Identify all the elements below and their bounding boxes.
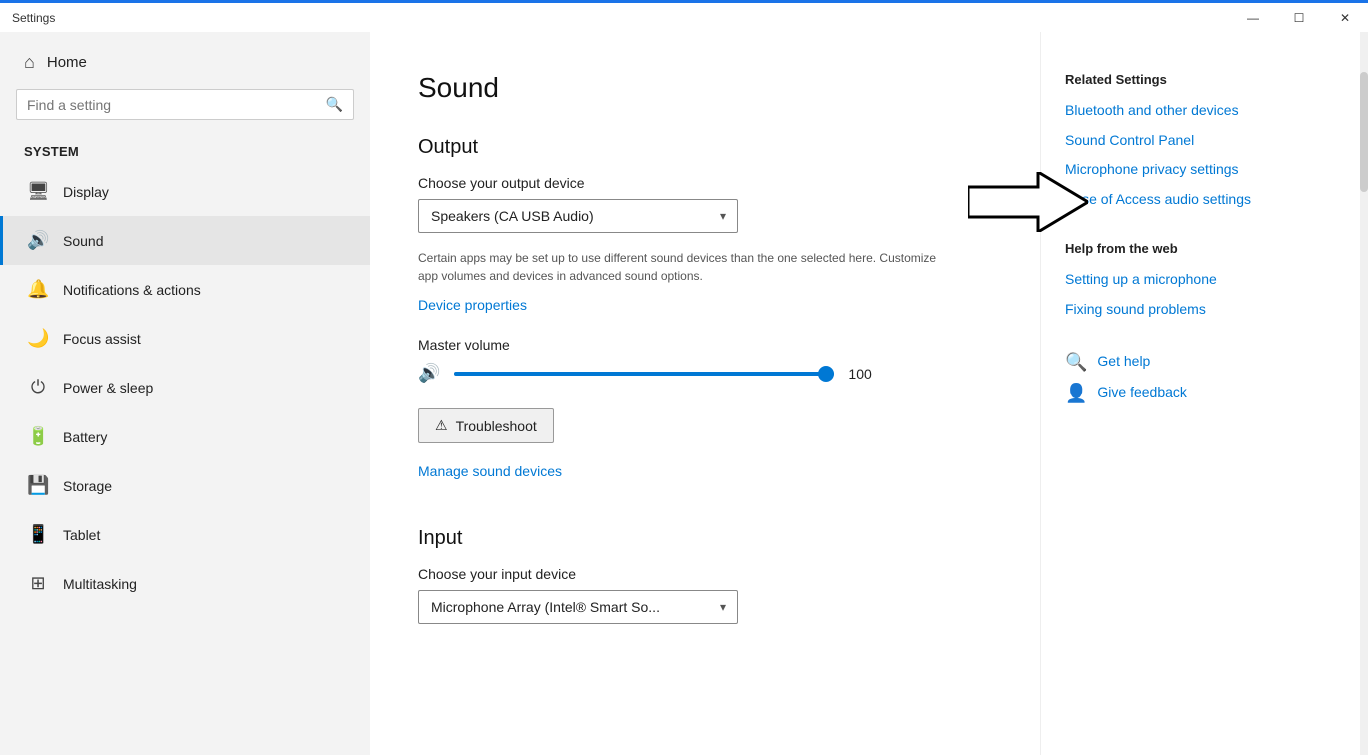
volume-section: Master volume 🔊 100: [418, 337, 1000, 384]
sidebar-item-storage[interactable]: 💾 Storage: [0, 461, 370, 510]
setup-mic-link[interactable]: Setting up a microphone: [1065, 270, 1336, 290]
volume-label: Master volume: [418, 337, 1000, 353]
search-box: 🔍: [16, 89, 354, 120]
sidebar-item-notifications-label: Notifications & actions: [63, 282, 201, 298]
search-icon: 🔍: [326, 96, 343, 113]
microphone-privacy-link[interactable]: Microphone privacy settings: [1065, 160, 1336, 180]
multitasking-icon: ⊞: [27, 573, 49, 594]
sidebar-item-tablet[interactable]: 📱 Tablet: [0, 510, 370, 559]
bluetooth-link[interactable]: Bluetooth and other devices: [1065, 101, 1336, 121]
troubleshoot-icon: ⚠: [435, 417, 448, 434]
slider-track: [454, 372, 834, 376]
input-device-select-wrapper: Microphone Array (Intel® Smart So... ▾: [418, 590, 738, 624]
help-section: Help from the web Setting up a microphon…: [1065, 241, 1336, 319]
scrollbar-track: [1360, 32, 1368, 755]
sidebar-item-display[interactable]: 🖥 Display: [0, 167, 370, 216]
troubleshoot-label: Troubleshoot: [456, 418, 537, 434]
maximize-button[interactable]: ☐: [1276, 2, 1322, 34]
sidebar-item-notifications[interactable]: 🔔 Notifications & actions: [0, 265, 370, 314]
content-right-wrapper: Sound Output Choose your output device S…: [370, 32, 1368, 755]
output-device-select-wrapper: Speakers (CA USB Audio) ▾: [418, 199, 738, 233]
troubleshoot-button[interactable]: ⚠ Troubleshoot: [418, 408, 554, 443]
main-content: Sound Output Choose your output device S…: [370, 32, 1040, 755]
input-section-title: Input: [418, 527, 1000, 550]
sidebar-item-tablet-label: Tablet: [63, 527, 100, 543]
settings-title: Settings: [12, 11, 55, 25]
sidebar: ⌂ Home 🔍 System 🖥 Display 🔊 Sound 🔔 Noti…: [0, 32, 370, 755]
sidebar-item-sound-label: Sound: [63, 233, 103, 249]
minimize-button[interactable]: —: [1230, 2, 1276, 34]
sidebar-home-label: Home: [47, 54, 87, 71]
volume-value: 100: [848, 366, 884, 382]
output-device-label: Choose your output device: [418, 175, 1000, 191]
sidebar-item-focus[interactable]: 🌙 Focus assist: [0, 314, 370, 363]
title-bar: Settings — ☐ ✕: [0, 0, 1368, 32]
sidebar-item-battery[interactable]: 🔋 Battery: [0, 412, 370, 461]
sidebar-item-display-label: Display: [63, 184, 109, 200]
display-icon: 🖥: [27, 181, 49, 202]
related-settings-title: Related Settings: [1065, 72, 1336, 87]
sidebar-item-storage-label: Storage: [63, 478, 112, 494]
tablet-icon: 📱: [27, 524, 49, 545]
storage-icon: 💾: [27, 475, 49, 496]
sidebar-item-sound[interactable]: 🔊 Sound: [0, 216, 370, 265]
sound-control-panel-link[interactable]: Sound Control Panel: [1065, 131, 1336, 151]
sidebar-item-battery-label: Battery: [63, 429, 107, 445]
home-icon: ⌂: [24, 52, 35, 73]
get-help-icon: 🔍: [1065, 352, 1087, 373]
power-icon: ⏻: [27, 377, 49, 398]
output-description: Certain apps may be set up to use differ…: [418, 249, 938, 285]
sidebar-item-power-label: Power & sleep: [63, 380, 153, 396]
sidebar-home-button[interactable]: ⌂ Home: [0, 32, 370, 89]
title-bar-controls: — ☐ ✕: [1230, 2, 1368, 34]
sidebar-item-multitasking-label: Multitasking: [63, 576, 137, 592]
help-web-title: Help from the web: [1065, 241, 1336, 256]
search-input[interactable]: [27, 97, 318, 113]
output-section-title: Output: [418, 136, 1000, 159]
sidebar-item-multitasking[interactable]: ⊞ Multitasking: [0, 559, 370, 608]
notifications-icon: 🔔: [27, 279, 49, 300]
battery-icon: 🔋: [27, 426, 49, 447]
close-button[interactable]: ✕: [1322, 2, 1368, 34]
scrollbar-thumb[interactable]: [1360, 72, 1368, 192]
slider-thumb[interactable]: [818, 366, 834, 382]
slider-fill: [454, 372, 834, 376]
title-bar-left: Settings: [12, 11, 55, 25]
manage-sound-link[interactable]: Manage sound devices: [418, 463, 562, 479]
ease-of-access-link[interactable]: Ease of Access audio settings: [1065, 190, 1336, 210]
sidebar-item-focus-label: Focus assist: [63, 331, 141, 347]
app-body: ⌂ Home 🔍 System 🖥 Display 🔊 Sound 🔔 Noti…: [0, 32, 1368, 755]
page-title: Sound: [418, 72, 1000, 104]
arrow-annotation: [968, 172, 1088, 237]
get-help-link[interactable]: Get help: [1097, 352, 1150, 372]
give-feedback-icon: 👤: [1065, 383, 1087, 404]
system-section-label: System: [0, 136, 370, 167]
volume-speaker-icon: 🔊: [418, 363, 440, 384]
give-feedback-link[interactable]: Give feedback: [1097, 383, 1187, 403]
sidebar-item-power[interactable]: ⏻ Power & sleep: [0, 363, 370, 412]
focus-icon: 🌙: [27, 328, 49, 349]
input-device-select[interactable]: Microphone Array (Intel® Smart So...: [418, 590, 738, 624]
sound-icon: 🔊: [27, 230, 49, 251]
device-properties-link[interactable]: Device properties: [418, 297, 527, 313]
output-device-select[interactable]: Speakers (CA USB Audio): [418, 199, 738, 233]
give-feedback-item: 👤 Give feedback: [1065, 383, 1336, 404]
fix-sound-link[interactable]: Fixing sound problems: [1065, 300, 1336, 320]
get-help-item: 🔍 Get help: [1065, 352, 1336, 373]
volume-slider[interactable]: [454, 372, 834, 376]
input-device-label: Choose your input device: [418, 566, 1000, 582]
right-panel: Related Settings Bluetooth and other dev…: [1040, 32, 1360, 755]
volume-row: 🔊 100: [418, 363, 1000, 384]
